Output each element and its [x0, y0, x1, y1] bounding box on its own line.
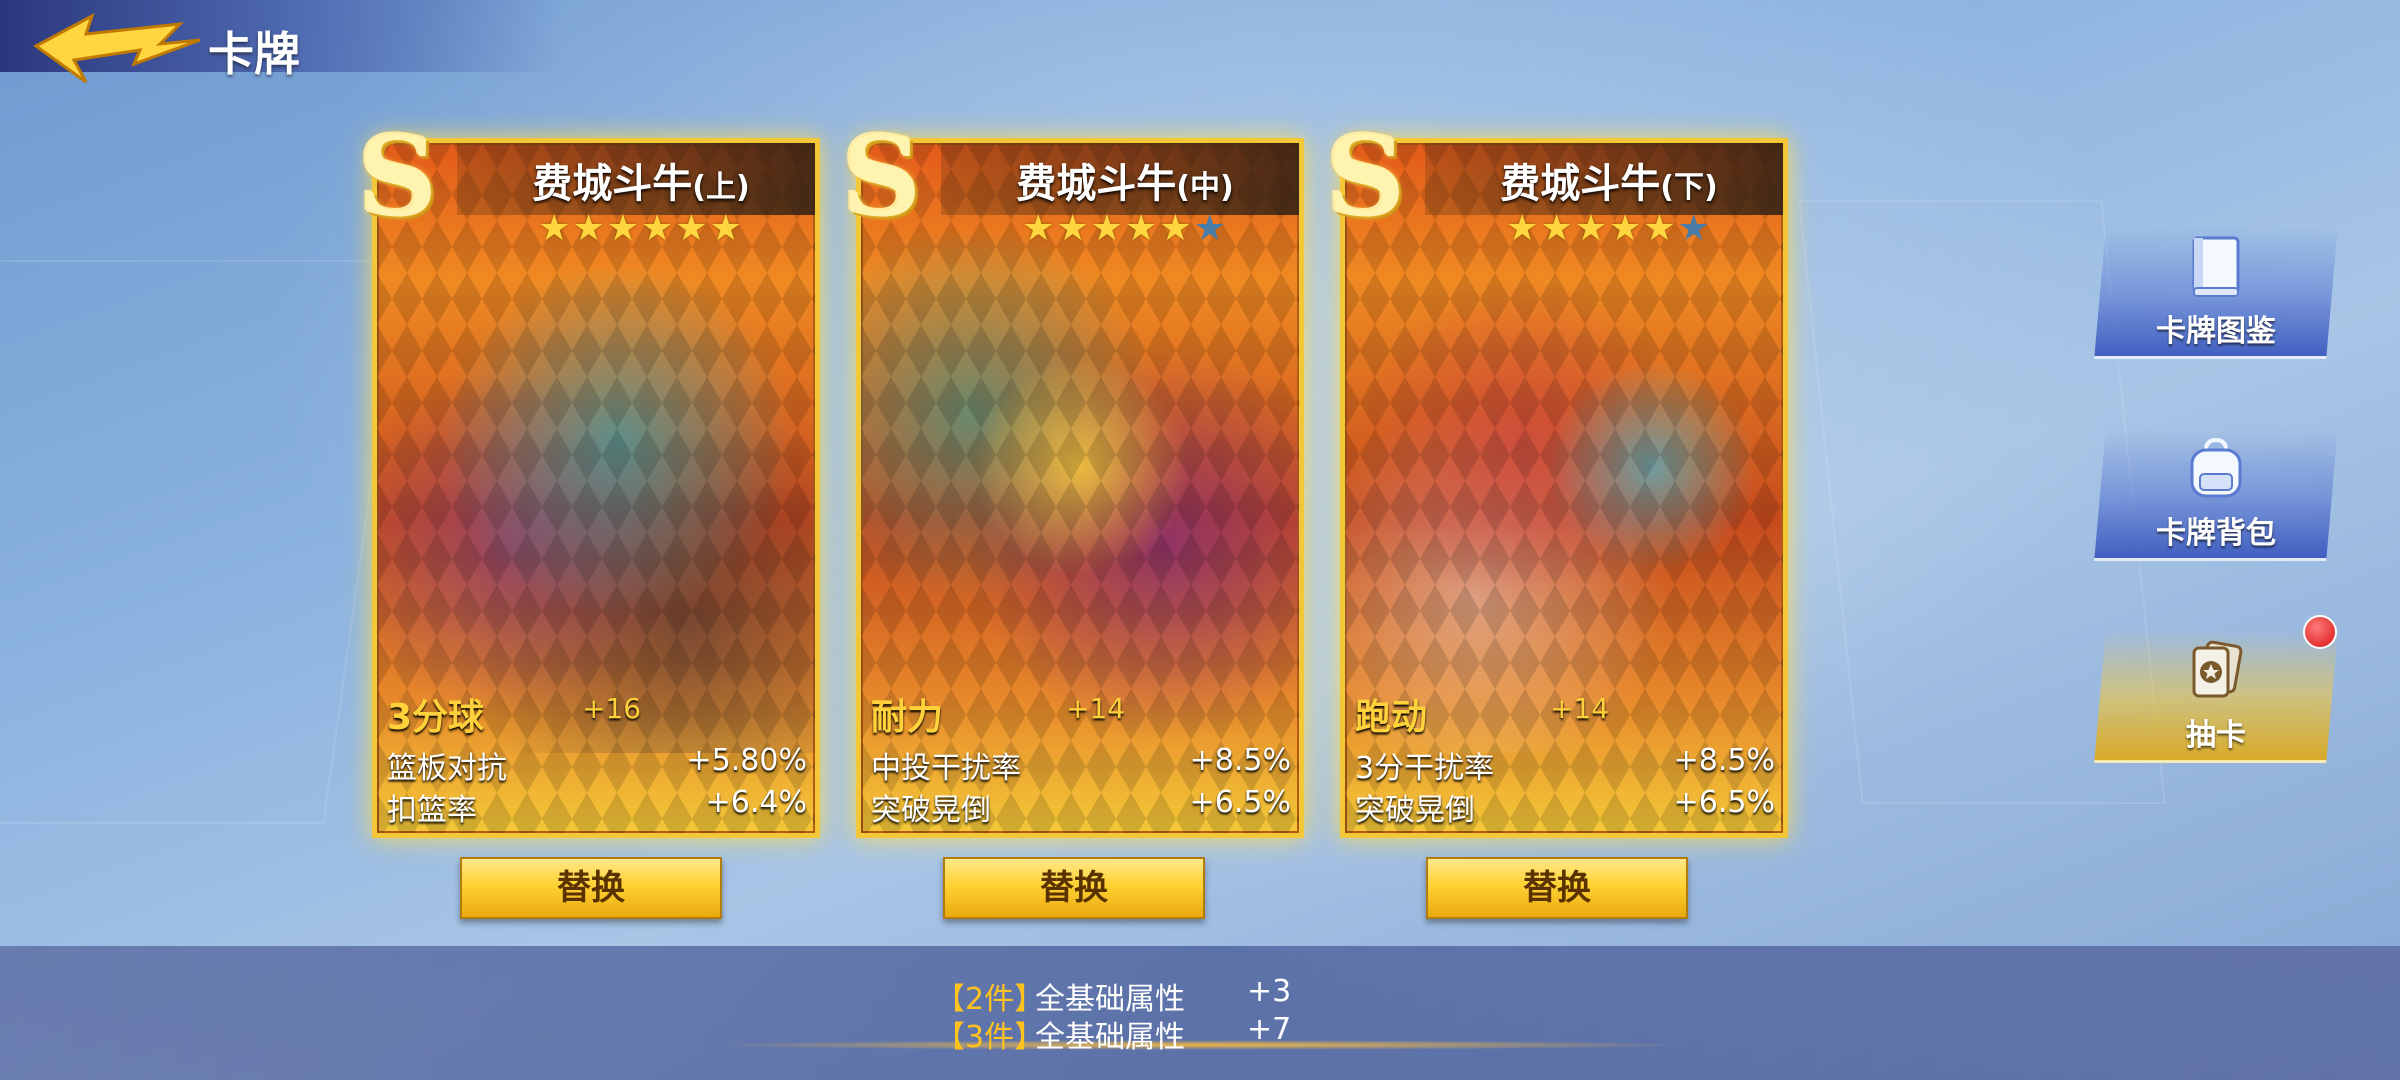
replace-button-2[interactable]: 替换 [943, 857, 1205, 919]
stat-label: 扣篮率 [387, 793, 477, 828]
card-draw-icon [2192, 640, 2243, 698]
stat-value: +5.80% [686, 743, 807, 778]
draw-card-button[interactable]: 抽卡 [2094, 630, 2338, 763]
card-slot-3[interactable]: 费城斗牛(下) ★★★★★★ 跑动 +14 3分干扰率 +8.5% 突破晃倒 +… [1326, 122, 1800, 848]
stat-label: 突破晃倒 [871, 793, 991, 828]
stat-value: +8.5% [1673, 743, 1775, 778]
card-collection-label: 卡牌图鉴 [2156, 314, 2276, 349]
set-bonus-glow [700, 1040, 1700, 1050]
card-stat-row: 3分干扰率 +8.5% [1355, 743, 1775, 786]
star-filled-icon: ★ [1159, 208, 1194, 249]
star-empty-icon: ★ [1677, 208, 1712, 249]
star-filled-icon: ★ [606, 208, 641, 249]
card-main-attribute: 3分球 +16 [387, 688, 807, 738]
stat-value: +6.5% [1189, 785, 1291, 820]
backpack-icon [2190, 437, 2242, 498]
star-filled-icon: ★ [538, 208, 573, 249]
main-attribute-name: 耐力 [871, 697, 944, 738]
star-filled-icon: ★ [1609, 208, 1644, 249]
star-filled-icon: ★ [1643, 208, 1678, 249]
set-bonus-name: 全基础属性 [1035, 1020, 1185, 1055]
star-filled-icon: ★ [641, 208, 676, 249]
back-button[interactable] [30, 10, 201, 90]
card-main-attribute: 耐力 +14 [871, 688, 1291, 738]
star-filled-icon: ★ [1540, 208, 1575, 249]
background-decoration [0, 260, 404, 824]
notification-dot [2303, 615, 2337, 649]
card-stars: ★★★★★★ [941, 208, 1299, 249]
set-bonus-value: +3 [1247, 974, 1292, 1009]
grade-badge: S [842, 112, 922, 241]
card-backpack-button[interactable]: 卡牌背包 [2094, 428, 2338, 561]
stat-label: 篮板对抗 [387, 751, 507, 786]
grade-badge: S [358, 112, 438, 241]
star-filled-icon: ★ [1125, 208, 1160, 249]
set-bracket: 【 [935, 1020, 965, 1055]
back-arrow-icon [33, 12, 201, 84]
set-bonus-row: 【2件】 全基础属性 +3 [935, 974, 1291, 1017]
card-backpack-label: 卡牌背包 [2156, 516, 2276, 551]
stat-label: 中投干扰率 [871, 751, 1021, 786]
card-stat-row: 突破晃倒 +6.5% [871, 785, 1291, 828]
star-empty-icon: ★ [1193, 208, 1228, 249]
grade-badge: S [1326, 112, 1406, 241]
set-bonus-row: 【3件】 全基础属性 +7 [935, 1012, 1291, 1055]
replace-button-1[interactable]: 替换 [460, 857, 722, 919]
book-icon [2192, 236, 2240, 297]
star-filled-icon: ★ [1574, 208, 1609, 249]
card-frame: 费城斗牛(上) ★★★★★★ 3分球 +16 篮板对抗 +5.80% 扣篮率 +… [372, 138, 820, 838]
draw-card-label: 抽卡 [2186, 718, 2246, 753]
star-filled-icon: ★ [1506, 208, 1541, 249]
card-stars: ★★★★★★ [1425, 208, 1783, 249]
set-piece-count: 3件 [965, 1020, 1015, 1055]
stat-label: 3分干扰率 [1355, 751, 1495, 786]
stat-label: 突破晃倒 [1355, 793, 1475, 828]
card-name: 费城斗牛(中) [1016, 161, 1234, 207]
card-main-attribute: 跑动 +14 [1355, 688, 1775, 738]
card-name: 费城斗牛(下) [1500, 161, 1718, 207]
card-name: 费城斗牛(上) [532, 161, 750, 207]
card-frame: 费城斗牛(中) ★★★★★★ 耐力 +14 中投干扰率 +8.5% 突破晃倒 +… [856, 138, 1304, 838]
card-frame: 费城斗牛(下) ★★★★★★ 跑动 +14 3分干扰率 +8.5% 突破晃倒 +… [1340, 138, 1788, 838]
star-filled-icon: ★ [572, 208, 607, 249]
card-stat-row: 中投干扰率 +8.5% [871, 743, 1291, 786]
card-collection-button[interactable]: 卡牌图鉴 [2094, 226, 2338, 359]
replace-button-3[interactable]: 替换 [1426, 857, 1688, 919]
main-attribute-name: 跑动 [1355, 697, 1428, 738]
stat-value: +6.4% [705, 785, 807, 820]
card-slot-2[interactable]: 费城斗牛(中) ★★★★★★ 耐力 +14 中投干扰率 +8.5% 突破晃倒 +… [842, 122, 1316, 848]
card-stat-row: 篮板对抗 +5.80% [387, 743, 807, 786]
set-bonus-value: +7 [1247, 1012, 1292, 1047]
main-attribute-name: 3分球 [387, 697, 485, 738]
star-filled-icon: ★ [1022, 208, 1057, 249]
page-title: 卡牌 [208, 27, 300, 81]
card-stat-row: 扣篮率 +6.4% [387, 785, 807, 828]
main-attribute-bonus: +14 [1066, 692, 1126, 725]
card-stat-row: 突破晃倒 +6.5% [1355, 785, 1775, 828]
main-attribute-bonus: +16 [582, 692, 642, 725]
set-bonus-bar [0, 946, 2400, 1080]
star-filled-icon: ★ [1090, 208, 1125, 249]
star-filled-icon: ★ [1056, 208, 1091, 249]
card-stars: ★★★★★★ [457, 208, 815, 249]
main-attribute-bonus: +14 [1550, 692, 1610, 725]
card-slot-1[interactable]: 费城斗牛(上) ★★★★★★ 3分球 +16 篮板对抗 +5.80% 扣篮率 +… [358, 122, 832, 848]
stat-value: +6.5% [1673, 785, 1775, 820]
stat-value: +8.5% [1189, 743, 1291, 778]
star-filled-icon: ★ [709, 208, 744, 249]
star-filled-icon: ★ [675, 208, 710, 249]
